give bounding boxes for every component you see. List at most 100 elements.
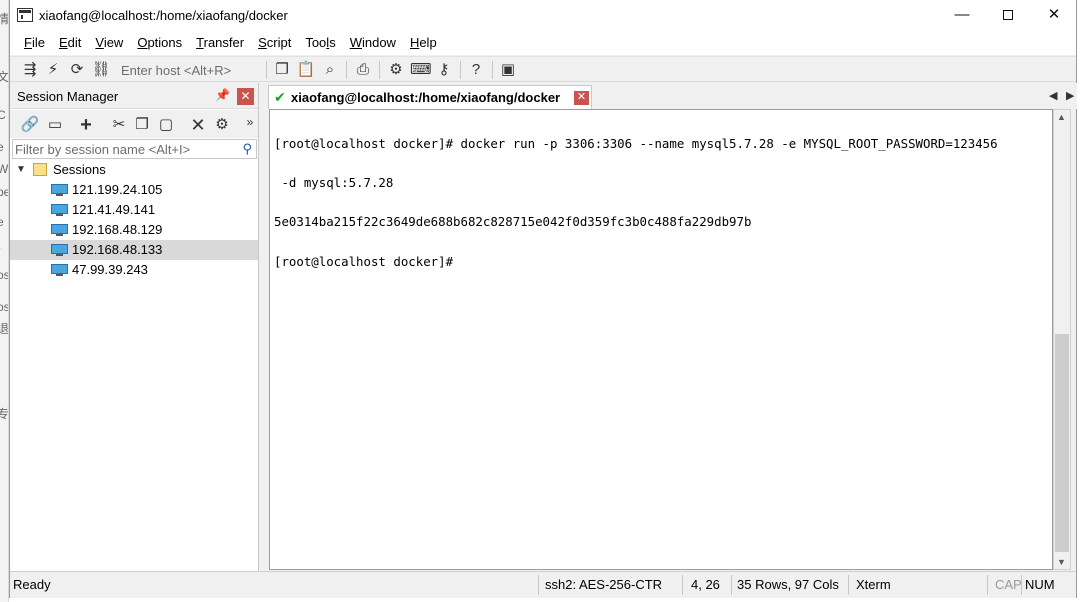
menu-options[interactable]: Options (130, 32, 189, 54)
tab-prev-icon[interactable]: ◀ (1049, 89, 1057, 102)
tab-session[interactable]: ✔ xiaofang@localhost:/home/xiaofang/dock… (268, 85, 592, 109)
tab-strip: ✔ xiaofang@localhost:/home/xiaofang/dock… (266, 83, 1077, 109)
background-window-edge: 情文CeWpeetosos退专 (0, 0, 9, 602)
minimize-button[interactable]: — (939, 0, 985, 31)
folder-label: Sessions (53, 162, 106, 177)
paste-session-icon[interactable]: ▢ (156, 115, 176, 135)
menu-window[interactable]: Window (343, 32, 403, 54)
menu-edit[interactable]: Edit (52, 32, 88, 54)
paste-icon[interactable]: 📋 (296, 60, 316, 80)
keymap-icon[interactable]: ⌨ (410, 60, 432, 80)
status-caps-lock: CAP (995, 577, 1022, 592)
status-divider (987, 575, 988, 595)
session-label: 192.168.48.133 (72, 242, 163, 257)
status-divider (682, 575, 683, 595)
quick-connect-icon[interactable]: ⚡ (43, 60, 63, 80)
cut-icon[interactable]: ✂ (109, 115, 129, 135)
session-label: 47.99.39.243 (72, 262, 148, 277)
securecrt-window: xiaofang@localhost:/home/xiaofang/docker… (9, 0, 1077, 598)
status-divider (538, 575, 539, 595)
copy-session-icon[interactable]: ❐ (132, 115, 152, 135)
session-filter-input[interactable] (15, 141, 235, 157)
terminal-prompt-line: [root@localhost docker]# (274, 254, 998, 269)
tab-close-icon[interactable]: ✕ (574, 91, 589, 105)
monitor-icon (51, 224, 68, 236)
status-encryption: ssh2: AES-256-CTR (545, 577, 663, 592)
menu-help[interactable]: Help (403, 32, 444, 54)
scroll-up-icon[interactable]: ▲ (1057, 112, 1066, 122)
session-manager-toolbar: 🔗 ▭ + ✂ ❐ ▢ ✕ ⚙ » (10, 110, 258, 138)
enter-host-input[interactable] (118, 61, 263, 79)
close-window-button[interactable]: ✕ (1031, 0, 1077, 31)
session-item[interactable]: 121.199.24.105 (10, 180, 258, 200)
copy-icon[interactable]: ❐ (272, 60, 292, 80)
session-label: 121.41.49.141 (72, 202, 156, 217)
new-window-icon[interactable]: ▭ (45, 115, 65, 135)
main-toolbar: ⇶ ⚡ ⟳ ⛓ ❐ 📋 ⌕ ⎙ ⚙ ⌨ ⚷ ? ▣ (10, 56, 1076, 82)
maximize-icon (1003, 10, 1013, 20)
maximize-button[interactable] (985, 0, 1031, 31)
link-icon[interactable]: 🔗 (20, 115, 40, 135)
status-dimensions: 35 Rows, 97 Cols (737, 577, 839, 592)
session-item[interactable]: 192.168.48.129 (10, 220, 258, 240)
menu-tools[interactable]: Tools (298, 32, 342, 54)
folder-icon (33, 163, 47, 176)
status-divider (731, 575, 732, 595)
session-label: 121.199.24.105 (72, 182, 163, 197)
title-bar: xiaofang@localhost:/home/xiaofang/docker… (10, 0, 1076, 31)
more-chevron-icon[interactable]: » (240, 112, 260, 132)
toolbar-divider (492, 61, 493, 79)
settings-icon[interactable]: ⚙ (386, 60, 406, 80)
sessions-folder[interactable]: ▼ Sessions (10, 160, 258, 180)
tab-next-icon[interactable]: ▶ (1066, 89, 1074, 102)
disconnect-icon[interactable]: ⛓ (91, 60, 111, 80)
delete-icon[interactable]: ✕ (188, 115, 208, 135)
session-item[interactable]: 121.41.49.141 (10, 200, 258, 220)
session-filter: ⚲ (12, 139, 257, 159)
toolbar-divider (266, 61, 267, 79)
toolbar-divider (460, 61, 461, 79)
pin-icon[interactable]: 📌 (215, 88, 230, 102)
menu-bar: File Edit View Options Transfer Script T… (10, 31, 1076, 55)
chevron-down-icon[interactable]: ▼ (16, 160, 26, 180)
session-manager-panel: Session Manager 📌 ✕ 🔗 ▭ + ✂ ❐ ▢ ✕ ⚙ » ⚲ … (10, 83, 259, 571)
close-icon[interactable]: ✕ (237, 88, 254, 105)
session-label: 192.168.48.129 (72, 222, 163, 237)
terminal-line: -d mysql:5.7.28 (274, 175, 394, 190)
add-session-icon[interactable]: + (76, 115, 96, 135)
monitor-icon (51, 184, 68, 196)
tab-label: xiaofang@localhost:/home/xiaofang/docker (291, 90, 561, 105)
session-manager-title: Session Manager (17, 89, 119, 104)
session-item[interactable]: 47.99.39.243 (10, 260, 258, 280)
terminal-cursor (460, 254, 468, 266)
key-icon[interactable]: ⚷ (434, 60, 454, 80)
status-divider (848, 575, 849, 595)
terminal-line: 5e0314ba215f22c3649de688b682c828715e042f… (274, 214, 752, 229)
menu-transfer[interactable]: Transfer (189, 32, 251, 54)
session-item-selected[interactable]: 192.168.48.133 (10, 240, 258, 260)
print-icon[interactable]: ⎙ (353, 60, 373, 80)
session-properties-icon[interactable]: ⚙ (212, 115, 232, 135)
menu-file[interactable]: File (17, 32, 52, 54)
search-icon[interactable]: ⚲ (242, 141, 252, 157)
help-icon[interactable]: ? (466, 60, 486, 80)
status-num-lock: NUM (1025, 577, 1055, 592)
status-bar: Ready ssh2: AES-256-CTR 4, 26 35 Rows, 9… (10, 571, 1076, 598)
status-terminal-type: Xterm (856, 577, 891, 592)
connect-icon[interactable]: ⇶ (20, 60, 40, 80)
session-manager-header: Session Manager 📌 ✕ (10, 83, 258, 109)
menu-view[interactable]: View (88, 32, 130, 54)
terminal-scrollbar[interactable]: ▲ ▼ (1053, 109, 1071, 570)
find-icon[interactable]: ⌕ (320, 60, 340, 80)
scrollbar-thumb[interactable] (1055, 334, 1069, 552)
terminal-prompt: [root@localhost docker]# (274, 254, 461, 269)
monitor-icon (51, 204, 68, 216)
status-ready: Ready (13, 577, 51, 592)
terminal-area[interactable]: [root@localhost docker]# docker run -p 3… (269, 109, 1053, 570)
scroll-down-icon[interactable]: ▼ (1057, 557, 1066, 567)
monitor-icon (51, 244, 68, 256)
terminal-line: [root@localhost docker]# docker run -p 3… (274, 136, 998, 151)
reconnect-icon[interactable]: ⟳ (67, 60, 87, 80)
menu-script[interactable]: Script (251, 32, 298, 54)
sftp-icon[interactable]: ▣ (498, 60, 518, 80)
